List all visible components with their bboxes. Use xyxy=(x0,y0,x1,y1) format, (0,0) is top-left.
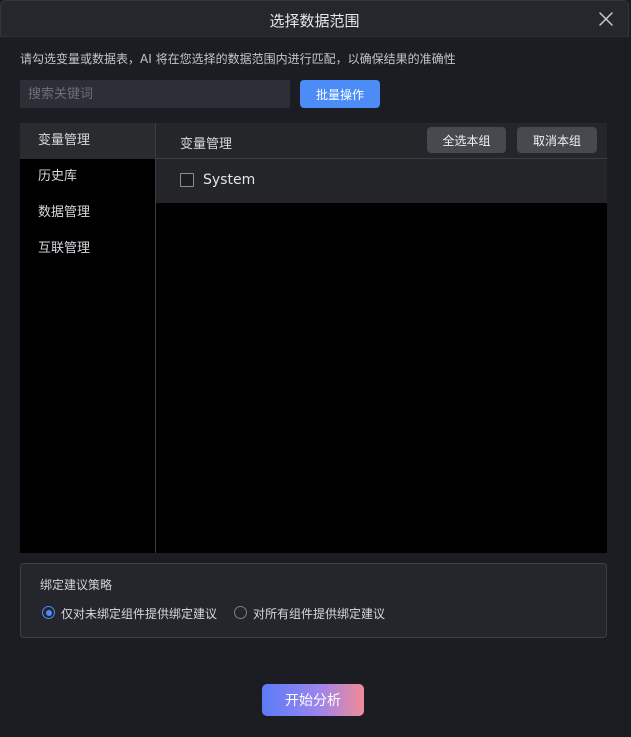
sidebar-item-variable-management[interactable]: 变量管理 xyxy=(20,123,155,159)
cancel-group-button[interactable]: 取消本组 xyxy=(517,127,597,153)
start-analysis-button[interactable]: 开始分析 xyxy=(262,684,364,716)
content-header: 变量管理 全选本组 取消本组 xyxy=(156,123,607,159)
close-button[interactable] xyxy=(598,11,614,27)
strategy-title: 绑定建议策略 xyxy=(40,578,113,592)
sidebar-item-history-library[interactable]: 历史库 xyxy=(20,159,155,195)
search-input[interactable] xyxy=(20,80,290,108)
dialog-titlebar: 选择数据范围 xyxy=(0,0,629,37)
category-sidebar: 变量管理 历史库 数据管理 互联管理 xyxy=(20,123,156,553)
batch-operation-button[interactable]: 批量操作 xyxy=(300,80,380,108)
table-row[interactable]: System xyxy=(156,159,607,203)
sidebar-item-data-management[interactable]: 数据管理 xyxy=(20,195,155,231)
dialog-hint: 请勾选变量或数据表，AI 将在您选择的数据范围内进行匹配，以确保结果的准确性 xyxy=(20,52,456,66)
select-data-range-dialog: 选择数据范围 请勾选变量或数据表，AI 将在您选择的数据范围内进行匹配，以确保结… xyxy=(0,0,631,737)
group-label: System xyxy=(203,172,256,188)
group-content: 变量管理 全选本组 取消本组 System xyxy=(156,123,607,553)
data-range-panel: 变量管理 历史库 数据管理 互联管理 变量管理 全选本组 取消本组 System xyxy=(20,123,607,553)
strategy-option-label: 对所有组件提供绑定建议 xyxy=(253,607,386,621)
content-title: 变量管理 xyxy=(180,137,233,152)
group-checkbox[interactable] xyxy=(180,173,194,187)
select-group-button[interactable]: 全选本组 xyxy=(427,127,506,153)
dialog-title: 选择数据范围 xyxy=(269,12,360,30)
binding-strategy-box: 绑定建议策略 仅对未绑定组件提供绑定建议 对所有组件提供绑定建议 xyxy=(20,563,607,638)
strategy-option-label: 仅对未绑定组件提供绑定建议 xyxy=(61,607,218,621)
radio-checked-icon[interactable] xyxy=(42,606,55,619)
strategy-option-all-components[interactable]: 对所有组件提供绑定建议 xyxy=(234,605,394,621)
strategy-option-unbound-only[interactable]: 仅对未绑定组件提供绑定建议 xyxy=(42,605,222,621)
radio-unchecked-icon[interactable] xyxy=(234,606,247,619)
sidebar-item-interconnect-management[interactable]: 互联管理 xyxy=(20,231,155,267)
close-icon xyxy=(599,12,613,26)
